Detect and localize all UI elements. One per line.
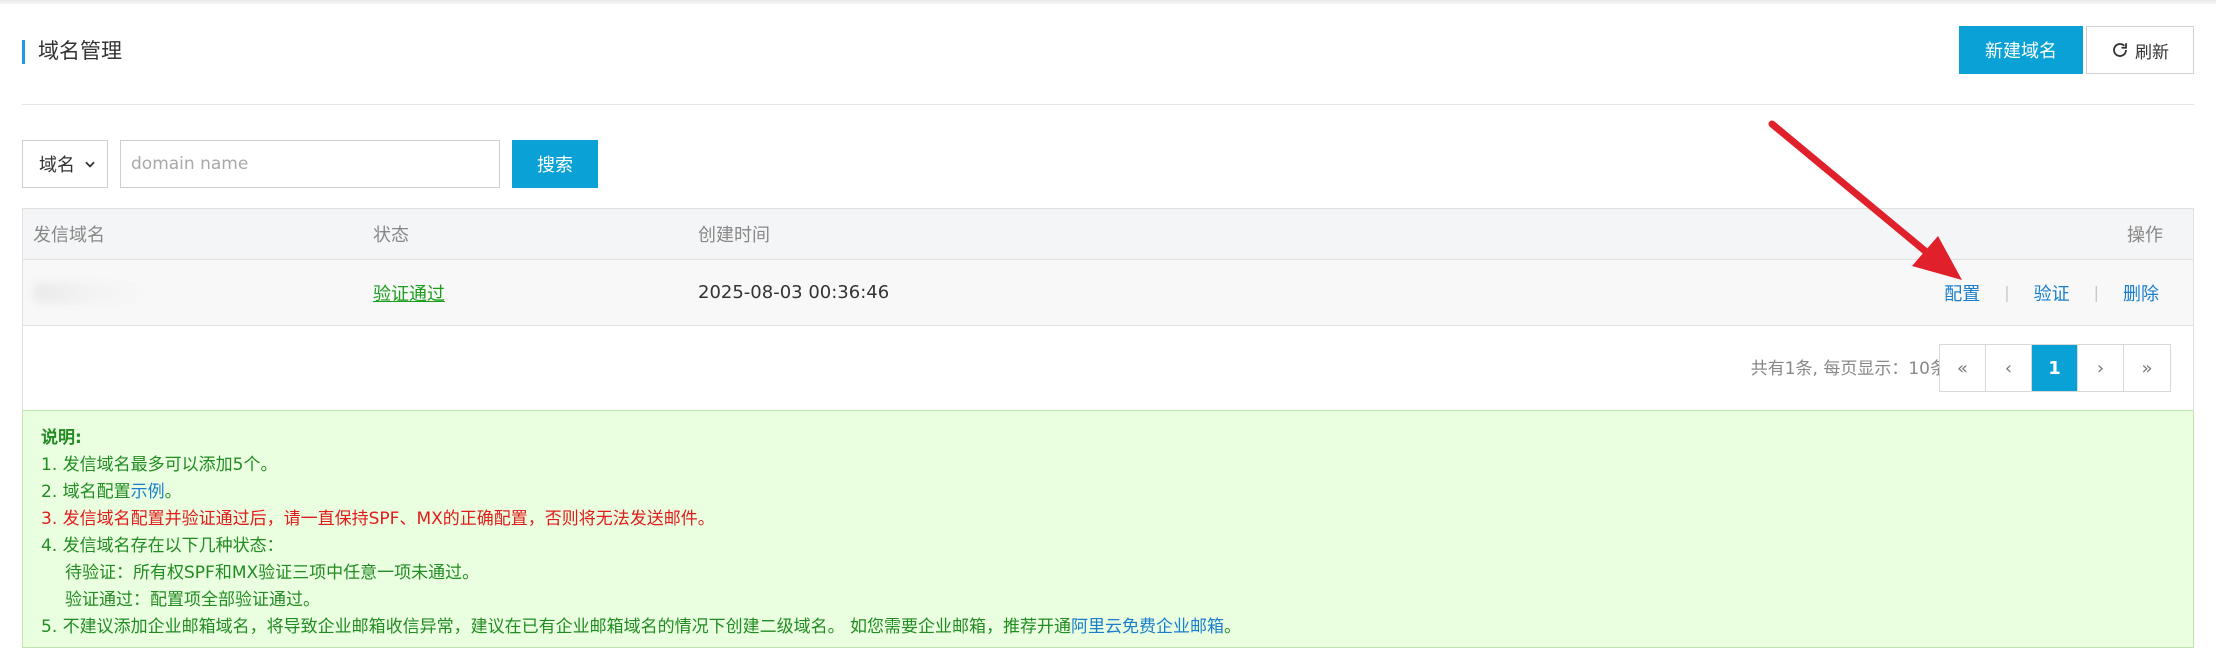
column-header-actions: 操作: [2127, 225, 2163, 246]
verify-link[interactable]: 验证: [2030, 280, 2074, 306]
column-header-status: 状态: [373, 225, 409, 246]
refresh-button[interactable]: 刷新: [2086, 26, 2194, 74]
search-input[interactable]: [120, 140, 500, 188]
action-separator: |: [2004, 283, 2010, 302]
status-verified-link[interactable]: 验证通过: [373, 280, 445, 306]
note-3-warning: 3. 发信域名配置并验证通过后，请一直保持SPF、MX的正确配置，否则将无法发送…: [41, 509, 715, 529]
note-4: 4. 发信域名存在以下几种状态：: [41, 536, 284, 556]
search-field-select[interactable]: 域名: [22, 140, 108, 188]
note-5: 5. 不建议添加企业邮箱域名，将导致企业邮箱收信异常，建议在已有企业邮箱域名的情…: [41, 614, 2175, 641]
created-time-cell: 2025-08-03 00:36:46: [698, 282, 890, 303]
column-header-domain: 发信域名: [33, 225, 105, 246]
note-5-prefix: 5. 不建议添加企业邮箱域名，将导致企业邮箱收信异常，建议在已有企业邮箱域名的情…: [41, 617, 1072, 637]
page-title: 域名管理: [38, 39, 122, 63]
pagination: « ‹ 1 › »: [1939, 344, 2171, 392]
note-5-suffix: 。: [1224, 617, 1242, 637]
page-1-button[interactable]: 1: [2032, 345, 2078, 391]
refresh-label: 刷新: [2135, 42, 2169, 63]
table-header: 发信域名 状态 创建时间 操作: [23, 209, 2193, 260]
pagination-info: 共有1条, 每页显示：10条: [1750, 359, 1947, 379]
note-4-pending: 待验证：所有权SPF和MX验证三项中任意一项未通过。: [65, 563, 480, 583]
search-button[interactable]: 搜索: [512, 140, 598, 188]
example-link[interactable]: 示例: [131, 482, 165, 502]
domain-cell-redacted: [33, 260, 153, 325]
last-page-button[interactable]: »: [2124, 345, 2170, 391]
header-divider: [22, 104, 2194, 105]
note-2-suffix: 。: [164, 482, 182, 502]
note-2-prefix: 2. 域名配置: [41, 482, 131, 502]
delete-link[interactable]: 删除: [2119, 280, 2163, 306]
refresh-icon: [2113, 43, 2127, 57]
chevron-down-icon: [85, 161, 95, 168]
configure-link[interactable]: 配置: [1940, 280, 1984, 306]
title-accent-bar: [22, 40, 25, 64]
column-header-created: 创建时间: [698, 225, 770, 246]
search-bar: 域名 搜索: [22, 140, 598, 188]
pagination-row: 共有1条, 每页显示：10条 « ‹ 1 › »: [23, 326, 2193, 410]
top-shadow-line: [0, 0, 2216, 4]
redacted-domain-blur: [33, 281, 153, 304]
new-domain-button[interactable]: 新建域名: [1959, 26, 2083, 74]
domain-table: 发信域名 状态 创建时间 操作 验证通过 2025-08-03 00:36:46…: [22, 208, 2194, 411]
actions-cell: 配置 | 验证 | 删除: [1940, 260, 2163, 325]
instructions-panel: 说明: 1. 发信域名最多可以添加5个。 2. 域名配置示例。 3. 发信域名配…: [22, 410, 2194, 648]
table-row: 验证通过 2025-08-03 00:36:46 配置 | 验证 | 删除: [23, 260, 2193, 326]
next-page-button[interactable]: ›: [2078, 345, 2124, 391]
status-cell: 验证通过: [373, 260, 445, 325]
first-page-button[interactable]: «: [1940, 345, 1986, 391]
prev-page-button[interactable]: ‹: [1986, 345, 2032, 391]
note-1: 1. 发信域名最多可以添加5个。: [41, 455, 278, 475]
search-field-value: 域名: [39, 155, 75, 176]
page-header: 域名管理 新建域名 刷新: [22, 26, 2194, 106]
enterprise-mail-link[interactable]: 阿里云免费企业邮箱: [1071, 617, 1224, 637]
note-4-verified: 验证通过：配置项全部验证通过。: [65, 590, 320, 610]
note-2: 2. 域名配置示例。: [41, 479, 2175, 506]
notes-heading: 说明:: [41, 428, 82, 448]
action-separator: |: [2093, 283, 2099, 302]
